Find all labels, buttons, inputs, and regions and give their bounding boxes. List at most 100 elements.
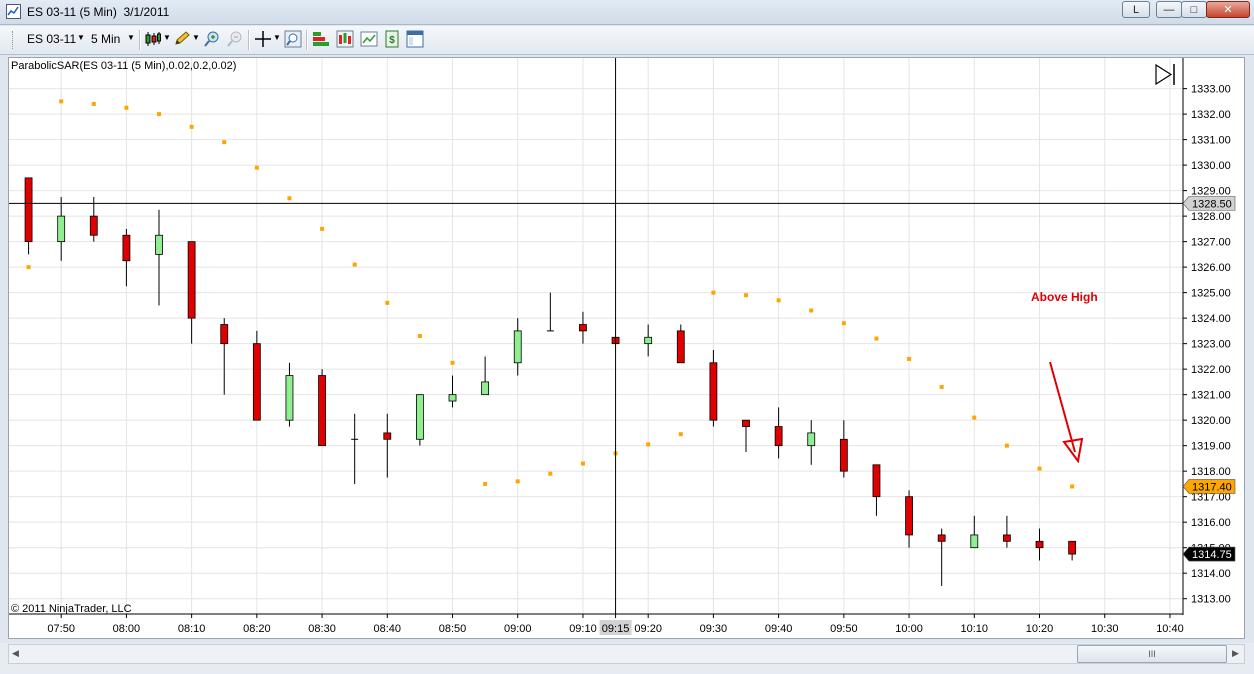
candle	[220, 318, 229, 395]
candle-body	[448, 394, 457, 402]
candle	[872, 464, 881, 516]
x-tick-label: 08:50	[439, 623, 467, 635]
sar-dot	[972, 415, 977, 420]
candle	[937, 528, 946, 586]
crosshair-price-badge: 1328.50	[1192, 198, 1232, 210]
sar-dot	[744, 293, 749, 298]
candle	[1068, 540, 1077, 561]
scroll-right-arrow-icon[interactable]: ▶	[1232, 648, 1239, 659]
sar-dot	[26, 265, 31, 270]
price-chart[interactable]: 1313.001314.001315.001316.001317.001318.…	[0, 0, 1254, 674]
scroll-left-arrow-icon[interactable]: ◀	[12, 648, 19, 659]
candle	[579, 311, 587, 344]
candle	[742, 419, 750, 453]
x-tick-label: 10:20	[1026, 623, 1054, 635]
candle	[644, 324, 653, 357]
sar-dot	[548, 471, 553, 476]
sar-dot	[124, 105, 129, 110]
candle-body	[579, 324, 587, 332]
candle	[24, 177, 33, 255]
candle	[122, 228, 131, 287]
candle-body	[1003, 534, 1011, 542]
y-tick-label: 1332.00	[1191, 109, 1231, 121]
candle	[187, 241, 196, 344]
y-tick-label: 1326.00	[1191, 262, 1231, 274]
sar-dot	[450, 360, 455, 365]
sar-dot	[417, 334, 422, 338]
candle-body	[57, 215, 66, 243]
candle	[1035, 528, 1044, 561]
candle-body	[513, 330, 522, 364]
candle-body	[24, 177, 33, 243]
sar-dot	[483, 481, 488, 486]
candle-body	[644, 336, 653, 345]
candle	[448, 375, 457, 408]
sar-dot	[678, 432, 683, 437]
y-tick-label: 1319.00	[1191, 441, 1231, 453]
scrollbar-thumb[interactable]: III	[1077, 645, 1227, 663]
y-tick-label: 1313.00	[1191, 594, 1231, 606]
x-tick-label: 10:30	[1091, 623, 1119, 635]
y-tick-label: 1327.00	[1191, 237, 1231, 249]
candle-body	[1068, 540, 1077, 555]
candle-body	[872, 464, 881, 498]
x-tick-label: 07:50	[47, 623, 75, 635]
sar-dot	[287, 196, 292, 201]
candle-body	[318, 375, 326, 447]
sar-dot	[385, 300, 390, 305]
candle-body	[937, 534, 946, 542]
x-tick-label: 08:20	[243, 623, 271, 635]
candle-body	[187, 241, 196, 319]
last-price-badge: 1314.75	[1192, 549, 1232, 561]
x-tick-label: 08:10	[178, 623, 206, 635]
sar-dot	[352, 262, 357, 267]
sar-dot	[254, 165, 259, 170]
sar-dot	[515, 479, 520, 484]
candle	[546, 292, 554, 332]
sar-dot	[320, 226, 325, 231]
candle	[709, 350, 718, 427]
candle-body	[839, 438, 848, 472]
candle	[839, 420, 848, 478]
sar-dot	[59, 99, 64, 104]
y-tick-label: 1333.00	[1191, 84, 1231, 96]
candle-body	[742, 419, 750, 427]
x-tick-label: 10:00	[895, 623, 923, 635]
x-tick-label: 10:10	[961, 623, 989, 635]
candle-body	[709, 362, 718, 421]
candle-body	[155, 234, 163, 255]
candle	[513, 318, 522, 376]
candle	[57, 197, 66, 261]
sar-dot	[1037, 466, 1042, 471]
candle-body	[1035, 540, 1044, 549]
y-tick-label: 1316.00	[1191, 517, 1231, 529]
x-tick-label: 08:00	[113, 623, 141, 635]
candle	[807, 420, 816, 465]
horizontal-scrollbar[interactable]	[8, 644, 1245, 664]
y-tick-label: 1324.00	[1191, 313, 1231, 325]
x-tick-label: 09:15	[602, 623, 630, 635]
sar-dot	[189, 124, 194, 129]
candle	[676, 324, 685, 364]
x-tick-label: 08:40	[374, 623, 402, 635]
candle	[970, 515, 979, 549]
sar-dot	[874, 336, 879, 341]
y-tick-label: 1321.00	[1191, 390, 1231, 402]
candle-body	[89, 215, 98, 236]
sar-dot	[1004, 443, 1009, 448]
sar-dot	[939, 385, 944, 390]
candle-body	[676, 330, 685, 364]
sar-dot	[1070, 484, 1075, 489]
x-tick-label: 08:30	[308, 623, 336, 635]
x-tick-label: 09:50	[830, 623, 858, 635]
candle-body	[252, 343, 261, 421]
y-tick-label: 1323.00	[1191, 339, 1231, 351]
sar-dot	[776, 298, 781, 303]
y-tick-label: 1314.00	[1191, 568, 1231, 580]
y-tick-label: 1330.00	[1191, 160, 1231, 172]
sar-dot	[809, 308, 814, 313]
candle-body	[774, 426, 783, 447]
x-tick-label: 09:40	[765, 623, 793, 635]
candle	[252, 330, 261, 421]
sar-dot	[222, 140, 227, 145]
